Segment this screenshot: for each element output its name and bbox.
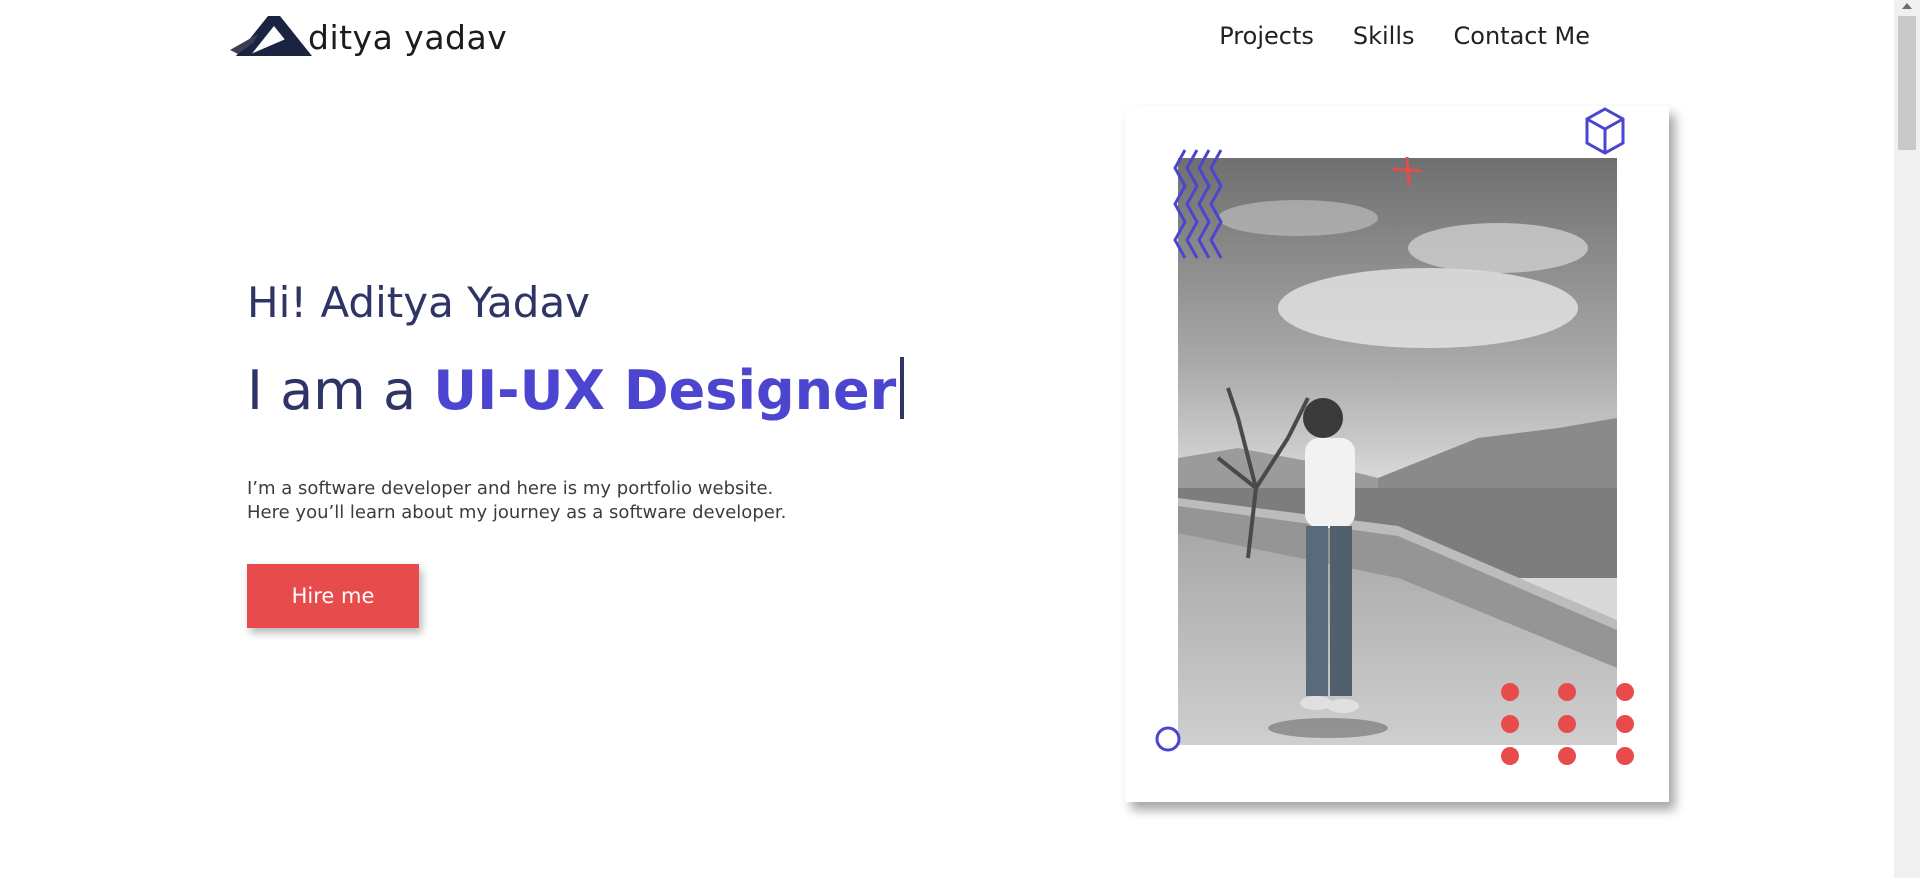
profile-photo [1178,158,1617,745]
hero-bio: I’m a software developer and here is my … [247,477,927,525]
portfolio-page: ditya yadav Projects Skills Contact Me H… [0,0,1920,878]
profile-photo-card [1125,106,1669,802]
hero-section: Hi! Aditya Yadav I am a UI-UX Designer I… [247,275,927,628]
role-prefix: I am a [247,359,434,422]
page-scrollbar[interactable] [1894,0,1920,878]
main-nav: Projects Skills Contact Me [1219,20,1590,52]
cube-icon [1585,107,1625,155]
zigzag-decoration [1173,149,1223,259]
scrollbar-thumb[interactable] [1898,16,1916,150]
nav-link-skills[interactable]: Skills [1353,20,1415,52]
hero-greeting: Hi! Aditya Yadav [247,278,591,327]
logo-text: ditya yadav [308,17,508,57]
bio-line-2: Here you’ll learn about my journey as a … [247,502,787,523]
scroll-up-arrow-icon[interactable] [1902,3,1912,9]
nav-link-contact[interactable]: Contact Me [1454,20,1590,52]
circle-outline-icon [1155,726,1181,752]
typing-cursor [900,357,905,419]
plus-icon [1392,156,1422,186]
logo-icon [230,16,312,56]
hero-role-line: I am a UI-UX Designer [247,357,927,423]
hire-me-button[interactable]: Hire me [247,564,419,628]
site-logo[interactable]: ditya yadav [228,12,507,62]
bio-line-1: I’m a software developer and here is my … [247,478,774,499]
role-typed-text: UI-UX Designer [433,359,897,422]
nav-link-projects[interactable]: Projects [1219,20,1314,52]
dot-grid-decoration [1501,683,1634,765]
